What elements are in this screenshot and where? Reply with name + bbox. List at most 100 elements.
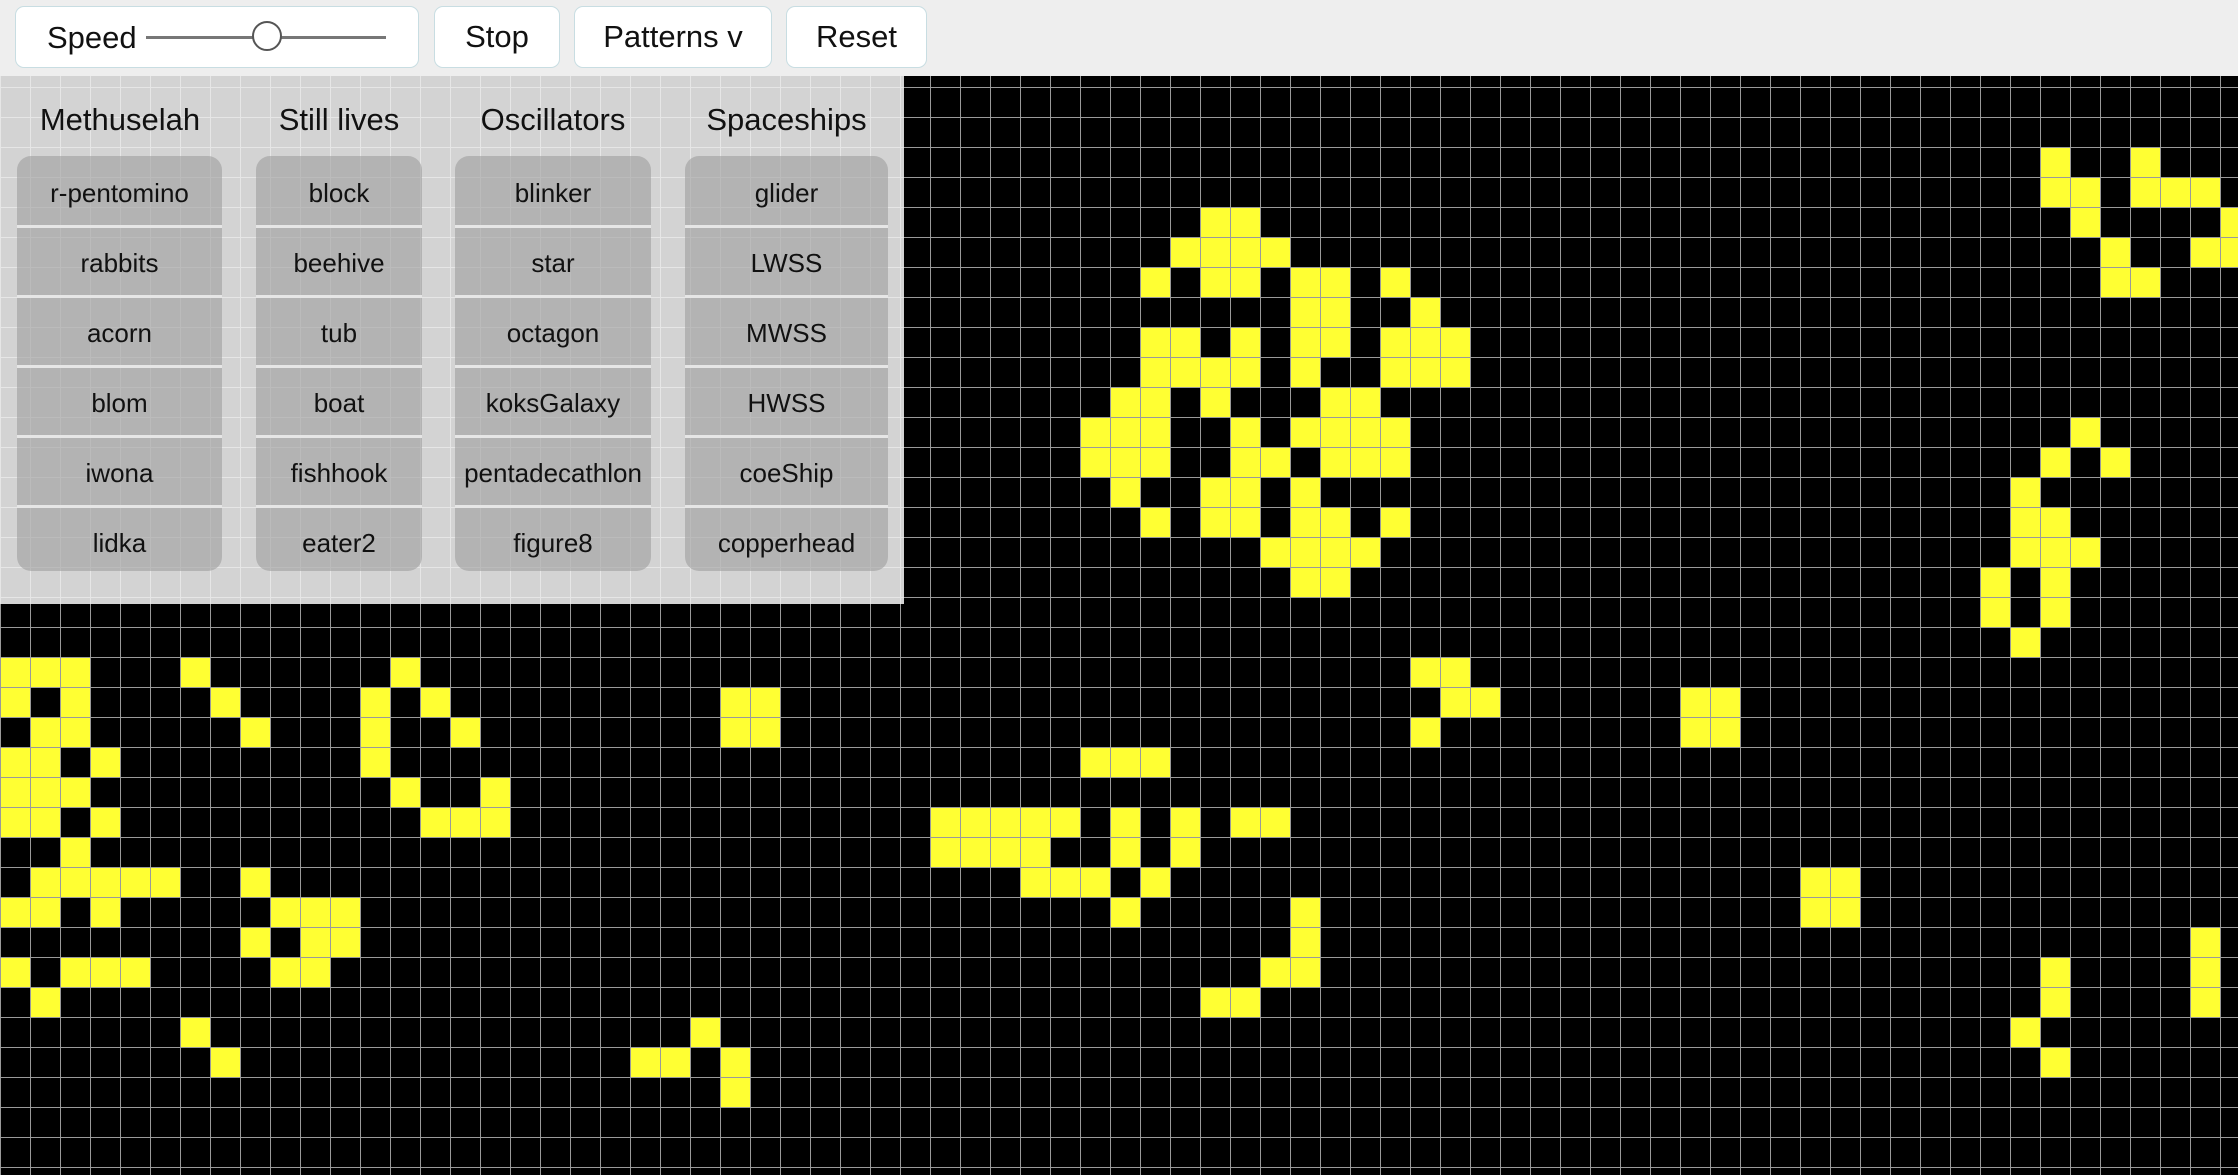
live-cell[interactable] [90,747,120,777]
live-cell[interactable] [1230,417,1260,447]
live-cell[interactable] [330,897,360,927]
live-cell[interactable] [30,747,60,777]
live-cell[interactable] [1080,417,1110,447]
live-cell[interactable] [1350,387,1380,417]
live-cell[interactable] [30,717,60,747]
live-cell[interactable] [1440,687,1470,717]
live-cell[interactable] [1020,807,1050,837]
live-cell[interactable] [1380,507,1410,537]
live-cell[interactable] [1290,327,1320,357]
live-cell[interactable] [1380,327,1410,357]
live-cell[interactable] [240,927,270,957]
live-cell[interactable] [1410,297,1440,327]
live-cell[interactable] [1140,507,1170,537]
live-cell[interactable] [1830,867,1860,897]
live-cell[interactable] [30,987,60,1017]
live-cell[interactable] [1200,477,1230,507]
live-cell[interactable] [60,957,90,987]
live-cell[interactable] [1290,957,1320,987]
live-cell[interactable] [2010,627,2040,657]
live-cell[interactable] [1110,837,1140,867]
live-cell[interactable] [1380,447,1410,477]
pattern-item[interactable]: block [256,159,422,227]
live-cell[interactable] [930,837,960,867]
live-cell[interactable] [1290,297,1320,327]
live-cell[interactable] [2010,1017,2040,1047]
live-cell[interactable] [90,867,120,897]
pattern-item[interactable]: lidka [17,509,222,577]
live-cell[interactable] [1470,687,1500,717]
live-cell[interactable] [2190,927,2220,957]
live-cell[interactable] [2070,207,2100,237]
live-cell[interactable] [2040,987,2070,1017]
live-cell[interactable] [1170,357,1200,387]
live-cell[interactable] [1320,327,1350,357]
live-cell[interactable] [420,687,450,717]
live-cell[interactable] [210,687,240,717]
live-cell[interactable] [2040,567,2070,597]
live-cell[interactable] [300,927,330,957]
live-cell[interactable] [1230,987,1260,1017]
live-cell[interactable] [960,837,990,867]
live-cell[interactable] [60,687,90,717]
live-cell[interactable] [2100,267,2130,297]
live-cell[interactable] [2040,957,2070,987]
live-cell[interactable] [1230,447,1260,477]
live-cell[interactable] [1050,807,1080,837]
live-cell[interactable] [2220,237,2238,267]
live-cell[interactable] [0,687,30,717]
live-cell[interactable] [1230,807,1260,837]
live-cell[interactable] [1350,417,1380,447]
live-cell[interactable] [2040,447,2070,477]
live-cell[interactable] [1410,357,1440,387]
live-cell[interactable] [30,897,60,927]
live-cell[interactable] [1110,807,1140,837]
live-cell[interactable] [660,1047,690,1077]
live-cell[interactable] [2130,177,2160,207]
live-cell[interactable] [1800,867,1830,897]
live-cell[interactable] [360,747,390,777]
live-cell[interactable] [1020,837,1050,867]
live-cell[interactable] [1290,477,1320,507]
live-cell[interactable] [180,657,210,687]
live-cell[interactable] [1290,567,1320,597]
live-cell[interactable] [180,1017,210,1047]
live-cell[interactable] [1380,357,1410,387]
live-cell[interactable] [1260,447,1290,477]
live-cell[interactable] [210,1047,240,1077]
pattern-item[interactable]: tub [256,299,422,367]
live-cell[interactable] [1320,417,1350,447]
live-cell[interactable] [60,777,90,807]
live-cell[interactable] [0,957,30,987]
live-cell[interactable] [1290,267,1320,297]
live-cell[interactable] [2070,537,2100,567]
live-cell[interactable] [2040,1047,2070,1077]
live-cell[interactable] [2070,177,2100,207]
live-cell[interactable] [1110,447,1140,477]
live-cell[interactable] [1260,957,1290,987]
live-cell[interactable] [1320,387,1350,417]
live-cell[interactable] [1110,387,1140,417]
live-cell[interactable] [990,837,1020,867]
pattern-item[interactable]: beehive [256,229,422,297]
live-cell[interactable] [150,867,180,897]
live-cell[interactable] [90,807,120,837]
live-cell[interactable] [960,807,990,837]
live-cell[interactable] [1710,687,1740,717]
live-cell[interactable] [420,807,450,837]
live-cell[interactable] [1140,357,1170,387]
live-cell[interactable] [450,717,480,747]
live-cell[interactable] [1230,327,1260,357]
live-cell[interactable] [2040,507,2070,537]
live-cell[interactable] [2010,537,2040,567]
live-cell[interactable] [30,657,60,687]
live-cell[interactable] [1170,837,1200,867]
live-cell[interactable] [1230,477,1260,507]
pattern-item[interactable]: rabbits [17,229,222,297]
live-cell[interactable] [2190,987,2220,1017]
live-cell[interactable] [0,807,30,837]
live-cell[interactable] [690,1017,720,1047]
live-cell[interactable] [1230,207,1260,237]
live-cell[interactable] [480,807,510,837]
live-cell[interactable] [2190,957,2220,987]
